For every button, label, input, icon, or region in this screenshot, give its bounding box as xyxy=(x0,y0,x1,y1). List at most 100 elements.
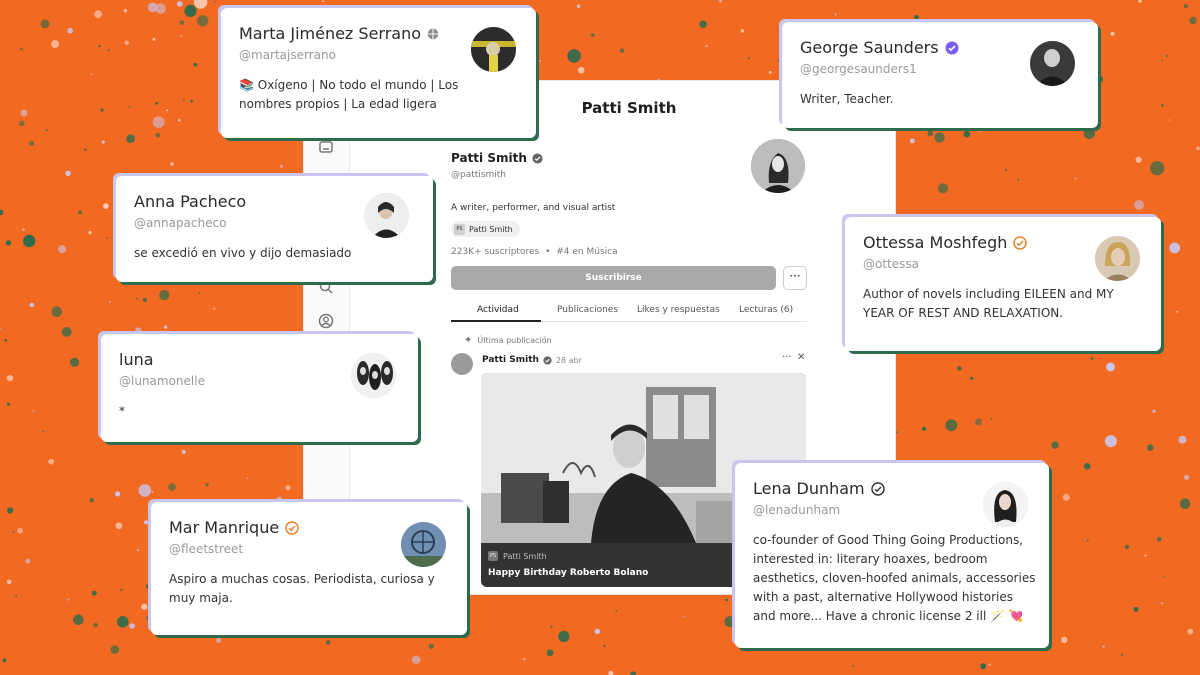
profile-card-mar[interactable]: Mar Manrique @fleetstreet Aspiro a mucha… xyxy=(151,502,467,635)
paint-dot xyxy=(705,44,708,48)
post-author-avatar[interactable] xyxy=(451,353,473,375)
subscribe-button[interactable]: Suscribirse xyxy=(451,266,776,290)
paint-dot xyxy=(7,507,14,514)
paint-dot xyxy=(163,325,168,329)
paint-dot xyxy=(1187,628,1194,635)
avatar-image xyxy=(364,193,409,238)
card-name: Anna Pacheco xyxy=(134,192,247,211)
paint-dot xyxy=(922,426,927,431)
paint-dot xyxy=(78,210,82,215)
publication-chip[interactable]: PS Patti Smith xyxy=(451,221,520,237)
paint-dot xyxy=(20,109,28,117)
paint-dot xyxy=(151,490,154,493)
paint-dot xyxy=(777,59,781,62)
paint-dot xyxy=(144,520,149,525)
post-author[interactable]: Patti Smith xyxy=(482,355,539,365)
paint-dot xyxy=(166,109,169,112)
paint-dot xyxy=(198,292,201,294)
tab-posts[interactable]: Publicaciones xyxy=(557,305,618,315)
profile-card-ottessa[interactable]: Ottessa Moshfegh @ottessa Author of nove… xyxy=(845,217,1161,351)
paint-dot xyxy=(69,357,80,367)
card-bio: Author of novels including EILEEN and MY… xyxy=(863,287,1114,320)
paint-dot xyxy=(6,579,12,585)
paint-dot xyxy=(550,625,553,628)
inbox-icon[interactable] xyxy=(318,139,334,155)
paint-dot xyxy=(23,234,36,248)
publication-chip-label: Patti Smith xyxy=(469,224,513,234)
paint-dot xyxy=(558,630,570,643)
paint-dot xyxy=(322,0,324,3)
tab-activity[interactable]: Actividad xyxy=(477,305,519,315)
post-source: Patti Smith xyxy=(503,551,547,561)
paint-dot xyxy=(216,637,222,643)
verified-orange-icon xyxy=(285,520,299,535)
card-avatar xyxy=(983,482,1028,527)
profile-avatar[interactable] xyxy=(751,139,805,193)
paint-dot xyxy=(246,477,249,480)
paint-dot xyxy=(285,485,291,491)
card-bio: se excedió en vivo y dijo demasiado xyxy=(134,246,352,260)
paint-dot xyxy=(411,655,421,664)
avatar-image xyxy=(401,522,446,567)
card-avatar xyxy=(401,522,446,567)
profile-icon[interactable] xyxy=(318,313,334,329)
profile-card-luna[interactable]: luna @lunamonelle * xyxy=(101,334,418,442)
post-title[interactable]: Happy Birthday Roberto Bolano xyxy=(488,568,648,578)
card-avatar xyxy=(1030,41,1075,86)
paint-dot xyxy=(90,73,93,75)
more-options-button[interactable]: ··· xyxy=(783,266,807,290)
paint-dot xyxy=(1147,444,1154,451)
paint-dot xyxy=(1062,493,1070,501)
paint-dot xyxy=(42,430,45,433)
paint-dot xyxy=(120,588,123,592)
paint-dot xyxy=(123,9,128,13)
paint-dot xyxy=(1086,539,1089,542)
post-source-logo: PS xyxy=(488,551,498,561)
paint-dot xyxy=(963,130,971,138)
paint-dot xyxy=(15,595,18,598)
paint-dot xyxy=(178,119,181,122)
paint-dot xyxy=(51,40,60,49)
profile-card-anna[interactable]: Anna Pacheco @annapacheco se excedió en … xyxy=(116,176,433,282)
paint-dot xyxy=(1074,177,1077,180)
paint-dot xyxy=(725,598,728,602)
paint-dot xyxy=(934,132,945,143)
card-avatar xyxy=(364,193,409,238)
card-bio: 📚 Oxígeno | No todo el mundo | Los nombr… xyxy=(239,78,459,111)
paint-dot xyxy=(980,663,987,670)
paint-dot xyxy=(1138,0,1142,3)
paint-dot xyxy=(927,130,934,137)
paint-dot xyxy=(1179,498,1191,510)
post-more-icon[interactable]: ··· xyxy=(782,352,792,363)
paint-dot xyxy=(1110,31,1115,36)
paint-dot xyxy=(539,60,542,62)
paint-dot xyxy=(909,138,915,144)
paint-dot xyxy=(2,658,7,663)
card-bio: * xyxy=(119,404,125,418)
paint-dot xyxy=(1160,602,1163,605)
paint-dot xyxy=(1162,576,1165,578)
paint-dot xyxy=(141,603,148,610)
paint-dot xyxy=(100,108,104,112)
paint-dot xyxy=(567,49,581,63)
paint-dot xyxy=(152,37,156,41)
profile-card-lena[interactable]: Lena Dunham @lenadunham co-founder of Go… xyxy=(735,463,1049,648)
profile-card-george[interactable]: George Saunders @georgesaunders1 Writer,… xyxy=(782,22,1098,128)
close-icon[interactable]: ✕ xyxy=(797,352,805,363)
profile-stats: 223K+ suscriptores • #4 en Música xyxy=(451,247,618,257)
paint-dot xyxy=(67,27,73,34)
tab-likes-replies[interactable]: Likes y respuestas xyxy=(637,305,720,315)
category-rank: #4 en Música xyxy=(556,247,618,257)
verified-orange-icon xyxy=(1013,235,1028,250)
profile-card-marta[interactable]: Marta Jiménez Serrano @martajserrano 📚 O… xyxy=(221,8,536,138)
card-avatar xyxy=(351,353,396,398)
paint-dot xyxy=(1189,16,1197,25)
card-name: luna xyxy=(119,350,154,369)
paint-dot xyxy=(724,616,736,628)
paint-dot xyxy=(1106,362,1115,372)
paint-dot xyxy=(0,209,4,216)
tab-readings[interactable]: Lecturas (6) xyxy=(739,305,793,315)
card-avatar xyxy=(471,27,516,72)
paint-dot xyxy=(110,645,120,654)
paint-dot xyxy=(170,162,174,166)
